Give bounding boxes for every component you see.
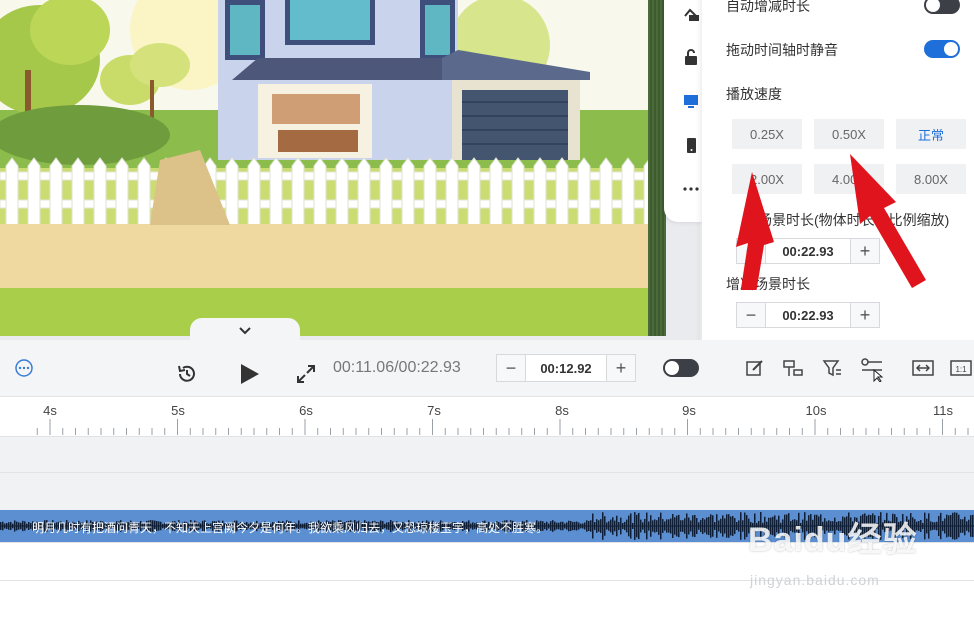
speed-normal-button[interactable]: 正常 — [896, 119, 966, 149]
unlock-icon[interactable] — [682, 48, 700, 66]
collapse-preview-button[interactable] — [190, 318, 300, 340]
svg-text:1:1: 1:1 — [955, 365, 967, 374]
fit-width-icon[interactable] — [912, 358, 934, 378]
empty-track[interactable] — [0, 436, 974, 472]
red-arrow-icon — [736, 172, 774, 290]
time-readout: 00:11.06/00:22.93 — [333, 359, 461, 376]
keyframe-line-icon[interactable] — [860, 356, 886, 382]
mute-on-drag-toggle[interactable] — [924, 40, 960, 58]
mute-on-drag-label: 拖动时间轴时静音 — [726, 42, 838, 58]
minus-icon[interactable]: − — [737, 303, 765, 327]
watermark-url: jingyan.baidu.com — [750, 572, 880, 588]
split-icon[interactable] — [782, 358, 804, 378]
position-stepper: − 00:12.92 + — [496, 354, 636, 382]
speed-0.25x-button[interactable]: 0.25X — [732, 119, 802, 149]
watermark-brand: Baidu经验 — [748, 521, 918, 559]
minus-icon[interactable]: − — [497, 355, 525, 381]
ruler-ticks — [36, 419, 969, 435]
auto-duration-label: 自动增减时长 — [726, 0, 810, 14]
timeline-ruler[interactable]: 4s 5s 6s 7s 8s 9s 10s 11s — [0, 396, 974, 436]
phone-icon[interactable] — [682, 136, 700, 154]
more-icon[interactable] — [682, 180, 700, 198]
canvas-side-toolbar — [664, 0, 704, 222]
plus-icon[interactable]: + — [851, 303, 879, 327]
more-options-icon[interactable] — [14, 358, 34, 378]
plus-icon[interactable]: + — [607, 355, 635, 381]
play-icon[interactable] — [237, 362, 261, 386]
replay-icon[interactable] — [175, 362, 199, 386]
house-illustration — [0, 0, 650, 336]
red-arrow-icon — [850, 154, 926, 288]
auto-duration-toggle[interactable] — [924, 0, 960, 14]
position-value[interactable]: 00:12.92 — [525, 355, 607, 381]
baidu-watermark: Baidu经验 jingyan.baidu.com — [748, 512, 918, 588]
monitor-icon[interactable] — [682, 92, 700, 110]
rotate-icon[interactable] — [682, 4, 700, 22]
edit-icon[interactable] — [745, 358, 765, 378]
loop-toggle[interactable] — [663, 359, 699, 377]
actual-size-icon[interactable]: 1:1 — [950, 358, 972, 378]
adjust-scene-duration-value[interactable]: 00:22.93 — [765, 303, 851, 327]
annotation-arrows — [736, 154, 926, 290]
empty-track[interactable] — [0, 472, 974, 510]
speed-0.5x-button[interactable]: 0.50X — [814, 119, 884, 149]
scene-canvas[interactable] — [0, 0, 650, 336]
playback-controls: 00:11.06/00:22.93 − 00:12.92 + 1:1 — [0, 340, 974, 396]
preview-area — [0, 0, 700, 340]
filter-icon[interactable] — [822, 358, 842, 378]
adjust-scene-duration-stepper: − 00:22.93 + — [736, 302, 880, 328]
fullscreen-icon[interactable] — [294, 362, 318, 386]
chevron-down-icon — [239, 327, 251, 335]
playback-speed-label: 播放速度 — [726, 86, 782, 102]
lyrics-text: 明月几时有把酒问青天，不知天上宫阙今夕是何年。我欲乘风归去，又恐琼楼玉宇，高处不… — [32, 521, 549, 535]
